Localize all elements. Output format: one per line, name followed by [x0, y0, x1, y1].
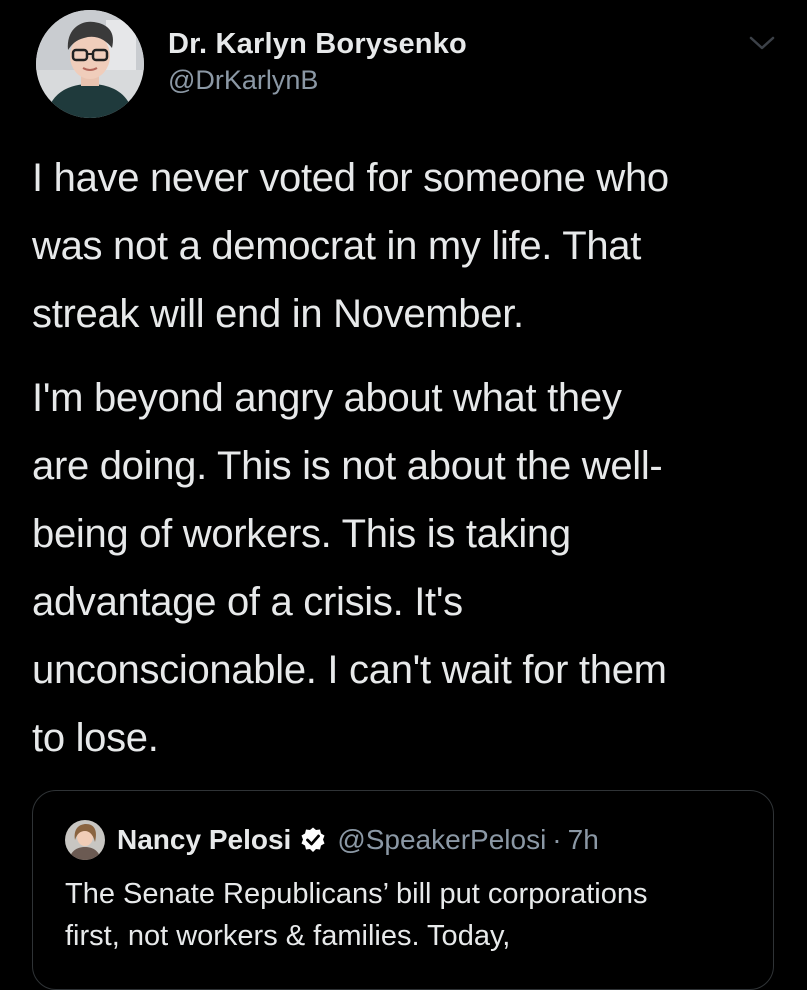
quoted-author-display-name[interactable]: Nancy Pelosi [117, 824, 291, 856]
quoted-author-avatar[interactable] [65, 820, 105, 860]
tweet-paragraph: I have never voted for someone who was n… [32, 156, 669, 336]
author-info: Dr. Karlyn Borysenko @DrKarlynB [168, 25, 467, 97]
tweet-header: Dr. Karlyn Borysenko @DrKarlynB [36, 8, 467, 120]
quoted-tweet-text: The Senate Republicans’ bill put corpora… [65, 878, 648, 952]
tweet-text: I have never voted for someone who was n… [32, 144, 784, 772]
author-display-name[interactable]: Dr. Karlyn Borysenko [168, 25, 467, 63]
quoted-tweet-card[interactable]: Nancy Pelosi @SpeakerPelosi · 7h The Sen… [32, 790, 774, 990]
verified-badge-icon [299, 826, 327, 854]
quoted-author-handle[interactable]: @SpeakerPelosi [337, 824, 546, 856]
author-avatar[interactable] [36, 10, 144, 118]
quoted-tweet-header: Nancy Pelosi @SpeakerPelosi · 7h [65, 819, 599, 861]
tweet-menu-button[interactable] [745, 26, 779, 60]
tweet-paragraph: I'm beyond angry about what they are doi… [32, 376, 667, 760]
profile-photo-icon [36, 10, 144, 118]
separator-dot: · [552, 824, 562, 855]
chevron-down-icon [749, 36, 775, 50]
author-handle[interactable]: @DrKarlynB [168, 63, 467, 97]
tweet: Dr. Karlyn Borysenko @DrKarlynB I have n… [0, 0, 807, 990]
profile-photo-icon [65, 820, 105, 860]
quoted-tweet-timestamp[interactable]: 7h [568, 824, 599, 856]
